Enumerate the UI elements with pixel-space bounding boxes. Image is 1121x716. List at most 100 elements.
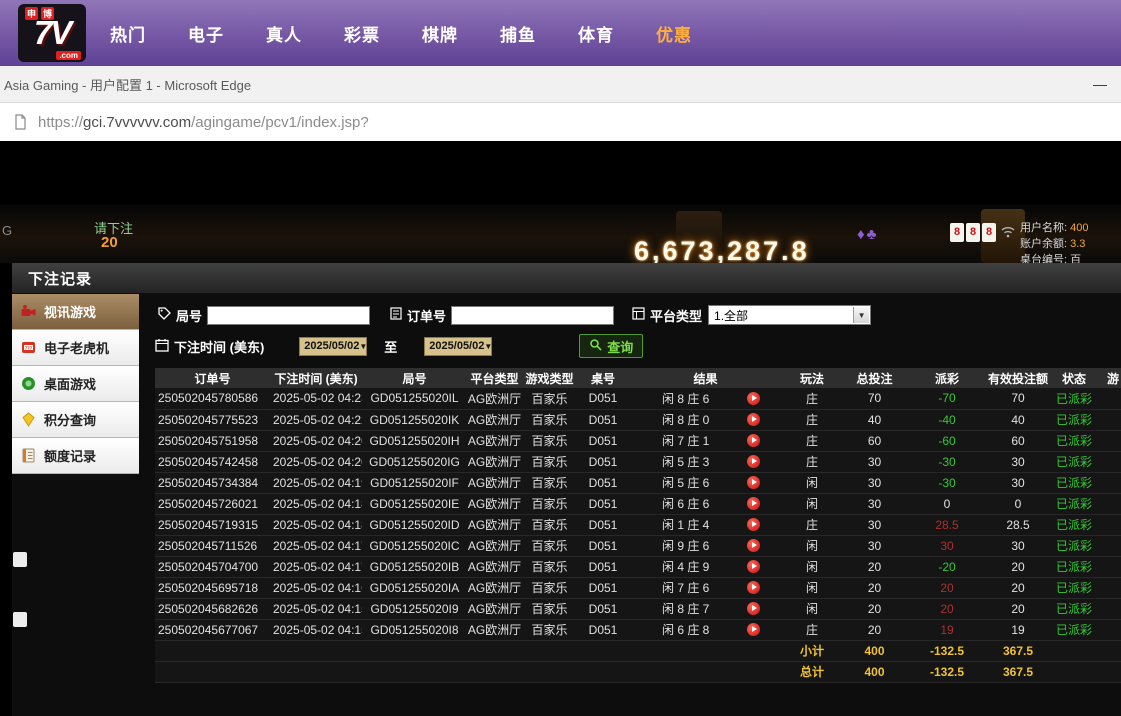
date-to-select[interactable]: 2025/05/02▼ xyxy=(424,337,492,356)
cell-order: 250502045677067 xyxy=(155,619,270,640)
sidebar-item-slots[interactable]: 777 电子老虎机 xyxy=(12,330,139,366)
site-logo[interactable]: 申 博 7V .com xyxy=(18,4,86,62)
play-video-icon[interactable] xyxy=(747,602,760,615)
cell-round: GD051255020IE xyxy=(362,493,467,514)
play-video-icon[interactable] xyxy=(747,497,760,510)
sidebar-item-table-games[interactable]: 桌面游戏 xyxy=(12,366,139,402)
cell-table: D051 xyxy=(577,598,629,619)
result-text: 闲 8 庄 0 xyxy=(662,413,709,427)
cell-time: 2025-05-02 04:20:02 xyxy=(270,451,362,472)
cell-extra xyxy=(1099,577,1121,598)
cell-bet-on: 总计 xyxy=(782,661,842,682)
cell-status xyxy=(1049,661,1099,682)
column-header-status: 状态 xyxy=(1049,368,1099,388)
cell-extra xyxy=(1099,451,1121,472)
cell-extra xyxy=(1099,409,1121,430)
cell-order: 250502045704700 xyxy=(155,556,270,577)
column-header-valid-bet: 有效投注额 xyxy=(987,368,1049,388)
modal-body: 视讯游戏 777 电子老虎机 桌面游戏 xyxy=(12,294,1121,716)
cell-order: 250502045751958 xyxy=(155,430,270,451)
result-text: 闲 4 庄 9 xyxy=(662,560,709,574)
round-number-input[interactable] xyxy=(207,306,370,325)
cell-table: D051 xyxy=(577,577,629,598)
cell-total-bet: 20 xyxy=(842,598,907,619)
cell-round: GD051255020IA xyxy=(362,577,467,598)
cell-table: D051 xyxy=(577,388,629,409)
nav-item[interactable]: 优惠 xyxy=(656,21,692,46)
cell-payout: -132.5 xyxy=(907,661,987,682)
column-header-time: 下注时间 (美东) xyxy=(270,368,362,388)
screen: 申 博 7V .com 热门电子真人彩票棋牌捕鱼体育优惠 Asia Gaming… xyxy=(0,0,1121,716)
nav-item[interactable]: 电子 xyxy=(188,21,224,46)
player-info-line: 账户余额: 3.3 xyxy=(1020,236,1088,252)
table-row: 2505020457115262025-05-02 04:17:44GD0512… xyxy=(155,535,1121,556)
platform-type-select[interactable]: 1.全部 ▼ xyxy=(708,305,871,325)
cell-platform: AG欧洲厅 xyxy=(467,514,522,535)
cell-platform: AG欧洲厅 xyxy=(467,388,522,409)
sidebar-item-points-query[interactable]: 积分查询 xyxy=(12,402,139,438)
play-video-icon[interactable] xyxy=(747,476,760,489)
cell-game: 百家乐 xyxy=(522,598,577,619)
column-header-round: 局号 xyxy=(362,368,467,388)
sidebar-item-video-games[interactable]: 视讯游戏 xyxy=(12,294,139,330)
date-from-select[interactable]: 2025/05/02▼ xyxy=(299,337,367,356)
cell-game: 百家乐 xyxy=(522,619,577,640)
order-number-input[interactable] xyxy=(451,306,614,325)
nav-item[interactable]: 彩票 xyxy=(344,21,380,46)
chevron-down-icon: ▼ xyxy=(359,342,367,351)
cell-extra xyxy=(1099,640,1121,661)
cell-table xyxy=(577,640,629,661)
playing-card: 8 xyxy=(982,223,996,242)
cell-valid-bet: 70 xyxy=(987,388,1049,409)
cell-valid-bet: 19 xyxy=(987,619,1049,640)
cell-time xyxy=(270,661,362,682)
column-header-platform: 平台类型 xyxy=(467,368,522,388)
cell-status: 已派彩 xyxy=(1049,535,1099,556)
cell-table xyxy=(577,661,629,682)
cell-total-bet: 400 xyxy=(842,640,907,661)
nav-item[interactable]: 真人 xyxy=(266,21,302,46)
search-button[interactable]: 查询 xyxy=(579,334,643,358)
play-video-icon[interactable] xyxy=(747,581,760,594)
cell-total-bet: 30 xyxy=(842,451,907,472)
address-url[interactable]: https://gci.7vvvvvv.com/agingame/pcv1/in… xyxy=(38,114,369,131)
nav-item[interactable]: 热门 xyxy=(110,21,146,46)
cell-extra xyxy=(1099,493,1121,514)
cell-order: 250502045734384 xyxy=(155,472,270,493)
play-video-icon[interactable] xyxy=(747,623,760,636)
sidebar-item-quota-records[interactable]: 额度记录 xyxy=(12,438,139,474)
nav-item[interactable]: 棋牌 xyxy=(422,21,458,46)
sidebar-item-label: 电子老虎机 xyxy=(44,338,109,357)
logo-brand: 7V xyxy=(18,14,86,52)
play-video-icon[interactable] xyxy=(747,539,760,552)
play-video-icon[interactable] xyxy=(747,455,760,468)
cell-extra xyxy=(1099,535,1121,556)
play-video-icon[interactable] xyxy=(747,434,760,447)
bet-timer: 20 xyxy=(101,234,118,251)
cell-game xyxy=(522,640,577,661)
play-video-icon[interactable] xyxy=(747,413,760,426)
nav-item[interactable]: 体育 xyxy=(578,21,614,46)
total-row: 总计400-132.5367.5 xyxy=(155,661,1121,682)
platform-type-value: 1.全部 xyxy=(714,307,748,324)
minimize-button[interactable]: — xyxy=(1093,76,1107,92)
cell-game: 百家乐 xyxy=(522,409,577,430)
nav-item[interactable]: 捕鱼 xyxy=(500,21,536,46)
play-video-icon[interactable] xyxy=(747,392,760,405)
cell-order: 250502045682626 xyxy=(155,598,270,619)
modal-titlebar: 下注记录 xyxy=(12,263,1121,294)
cell-status: 已派彩 xyxy=(1049,619,1099,640)
cell-total-bet: 40 xyxy=(842,409,907,430)
play-video-icon[interactable] xyxy=(747,518,760,531)
page-content: G 请下注 20 ♦♣ 8 8 8 6,673,287.8 用户名称: 400 … xyxy=(0,141,1121,716)
cell-table: D051 xyxy=(577,535,629,556)
cell-total-bet: 20 xyxy=(842,577,907,598)
cell-order: 250502045742458 xyxy=(155,451,270,472)
cell-round: GD051255020IK xyxy=(362,409,467,430)
column-header-order: 订单号 xyxy=(155,368,270,388)
cell-round: GD051255020IL xyxy=(362,388,467,409)
chevron-down-icon: ▼ xyxy=(853,307,869,323)
play-video-icon[interactable] xyxy=(747,560,760,573)
cell-status: 已派彩 xyxy=(1049,556,1099,577)
cell-order: 250502045726021 xyxy=(155,493,270,514)
